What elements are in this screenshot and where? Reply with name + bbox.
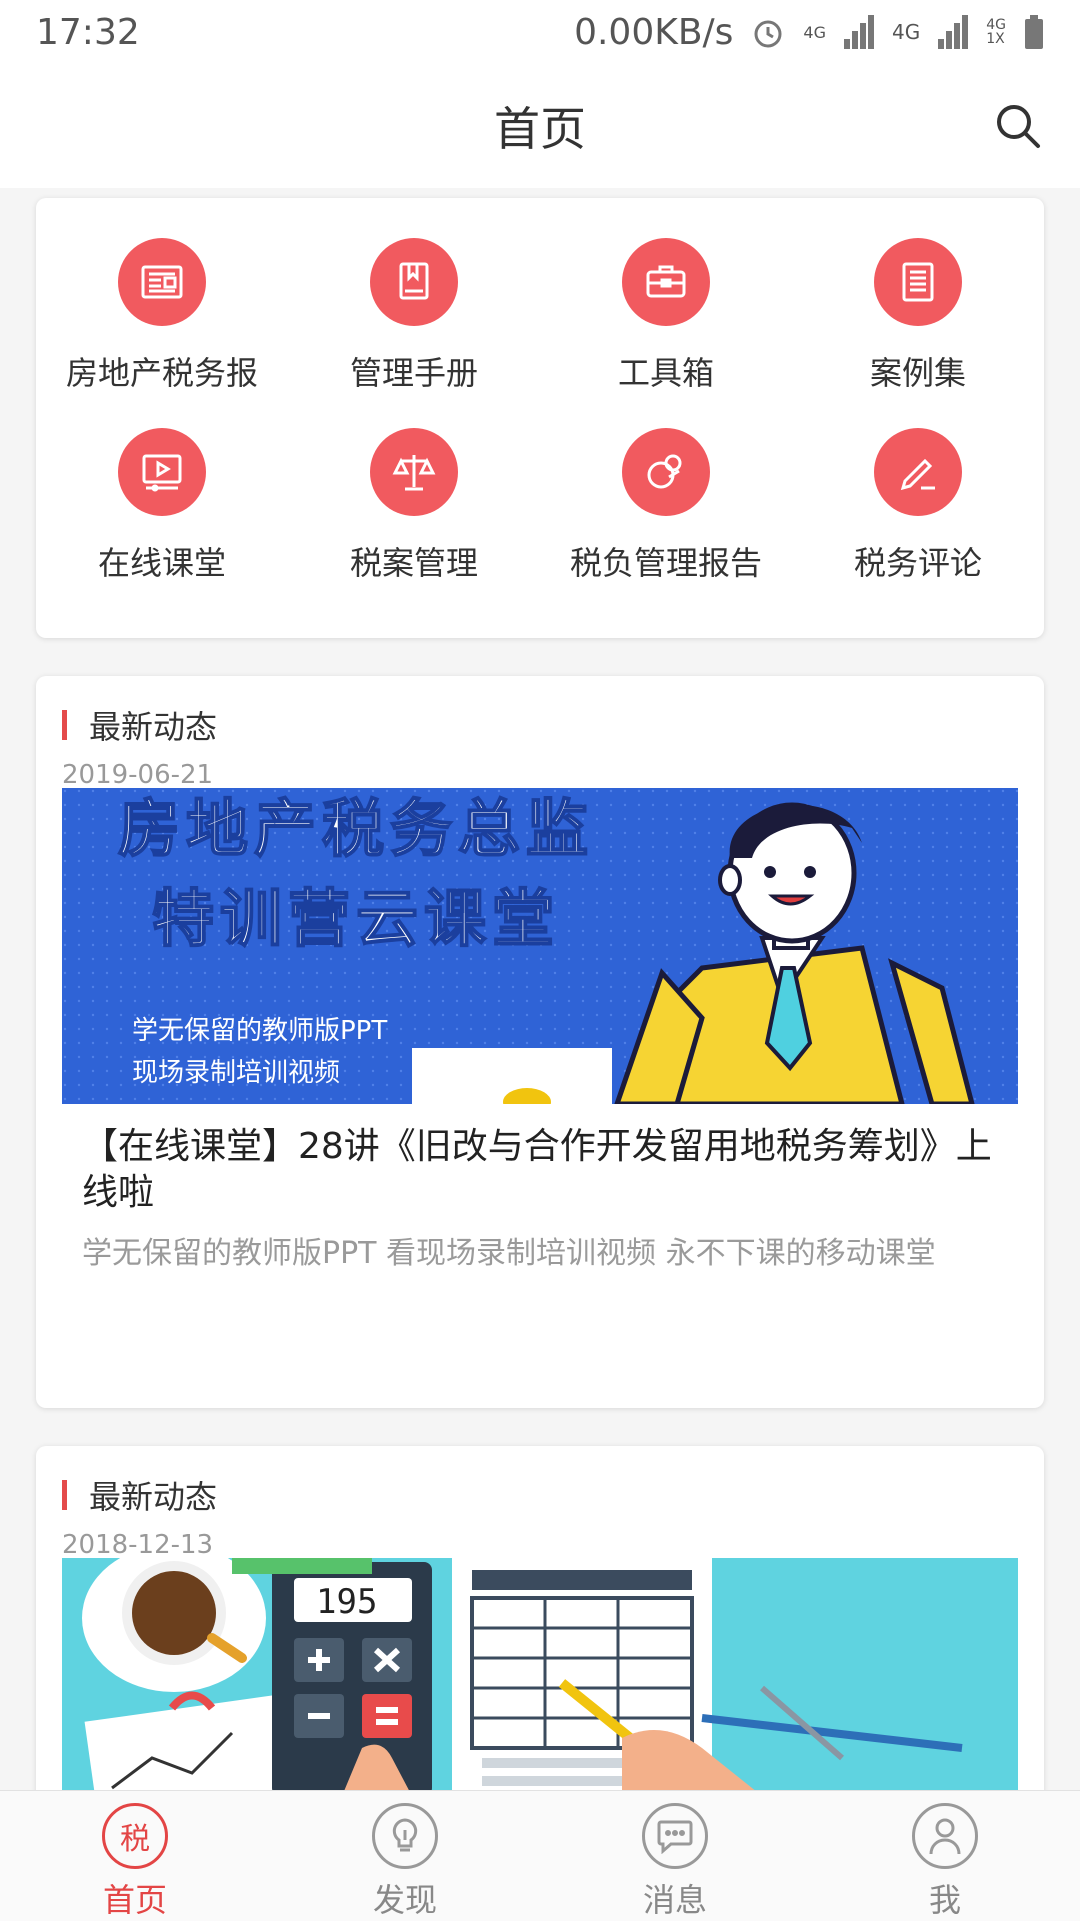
newspaper-icon: [118, 238, 206, 326]
status-bar: 17:32 0.00KB/s 4G 4G 4G 1X: [0, 0, 1080, 64]
grid-item-toolbox[interactable]: 工具箱: [540, 238, 792, 428]
alarm-icon: [754, 20, 782, 48]
grid-item-label: 税务评论: [853, 544, 982, 582]
banner-line-3: 学无保留的教师版PPT: [132, 1016, 388, 1046]
calculator-display: 195: [316, 1582, 378, 1622]
news-banner[interactable]: 195: [62, 1558, 1018, 1796]
section-marker: [62, 710, 67, 740]
news-card[interactable]: 最新动态 2018-12-13 195: [36, 1446, 1044, 1826]
toolbox-icon: [622, 238, 710, 326]
search-icon: [997, 105, 1040, 148]
news-header: 最新动态: [62, 1472, 217, 1518]
pencil-icon: [874, 428, 962, 516]
banner-line-1: 房地产税务总监: [117, 791, 595, 866]
search-button[interactable]: [992, 100, 1044, 152]
grid-item-tax-report[interactable]: 税负管理报告: [540, 428, 792, 618]
grid-item-label: 税案管理: [349, 544, 478, 582]
category-card: 房地产税务报 管理手册 工具箱 案例集 在线课堂 税案管理 税负管理报告 税务评…: [36, 198, 1044, 638]
signal-icon-1: [844, 15, 874, 49]
category-grid: 房地产税务报 管理手册 工具箱 案例集 在线课堂 税案管理 税负管理报告 税务评…: [36, 198, 1044, 618]
tab-label: 我: [928, 1881, 961, 1919]
tab-messages[interactable]: 消息: [540, 1791, 810, 1921]
news-date: 2018-12-13: [62, 1530, 214, 1560]
status-time: 17:32: [36, 11, 140, 53]
battery-icon: [1025, 15, 1043, 49]
tab-home[interactable]: 税 首页: [0, 1791, 270, 1921]
user-icon: [912, 1803, 978, 1869]
section-marker: [62, 1480, 67, 1510]
news-section-title: 最新动态: [89, 708, 218, 746]
signal-icon-2: [938, 15, 969, 49]
report-icon: [622, 428, 710, 516]
tab-label: 首页: [102, 1881, 167, 1919]
document-icon: [874, 238, 962, 326]
status-right: 0.00KB/s 4G 4G 4G 1X: [574, 12, 1044, 53]
grid-item-tax-review[interactable]: 税务评论: [792, 428, 1044, 618]
tax-icon: 税: [102, 1803, 168, 1869]
grid-item-tax-case[interactable]: 税案管理: [288, 428, 540, 618]
network-1x: 1X: [986, 31, 1005, 47]
grid-item-tax-newspaper[interactable]: 房地产税务报: [36, 238, 288, 428]
lightbulb-icon: [372, 1803, 438, 1869]
page-title: 首页: [494, 102, 586, 156]
grid-item-label: 管理手册: [349, 354, 478, 392]
chat-icon: [642, 1803, 708, 1869]
grid-item-label: 在线课堂: [97, 544, 226, 582]
news-banner[interactable]: 房地产税务总监 特训营云课堂 学无保留的教师版PPT 现场录制培训视频: [62, 788, 1018, 1104]
book-icon: [370, 238, 458, 326]
tab-discover[interactable]: 发现: [270, 1791, 540, 1921]
news-header: 最新动态: [62, 702, 217, 748]
news-card[interactable]: 最新动态 2019-06-21 房地产税务总监 特训营云课堂 学无保留的教师版P…: [36, 676, 1044, 1408]
banner-line-4: 现场录制培训视频: [132, 1058, 341, 1088]
network-4g-3: 4G: [986, 17, 1006, 33]
news-date: 2019-06-21: [62, 760, 214, 790]
news-description: 学无保留的教师版PPT 看现场录制培训视频 永不下课的移动课堂: [82, 1236, 936, 1271]
grid-item-label: 工具箱: [617, 354, 714, 392]
grid-item-online-class[interactable]: 在线课堂: [36, 428, 288, 618]
news-section-title: 最新动态: [89, 1478, 218, 1516]
news-title[interactable]: 【在线课堂】28讲《旧改与合作开发留用地税务筹划》上线啦: [82, 1124, 992, 1216]
scale-icon: [370, 428, 458, 516]
tab-label: 发现: [372, 1881, 437, 1919]
grid-item-label: 案例集: [869, 354, 966, 392]
grid-item-label: 税负管理报告: [569, 544, 762, 582]
grid-item-cases[interactable]: 案例集: [792, 238, 1044, 428]
network-4g-1: 4G: [803, 22, 826, 42]
video-icon: [118, 428, 206, 516]
net-speed: 0.00KB/s: [574, 11, 734, 53]
banner-line-2: 特训营云课堂: [151, 881, 561, 956]
network-4g-2: 4G: [892, 20, 921, 44]
grid-item-manual[interactable]: 管理手册: [288, 238, 540, 428]
tab-label: 消息: [642, 1881, 707, 1919]
nav-bar: 首页: [0, 64, 1080, 188]
tab-bar: 税 首页 发现 消息 我: [0, 1790, 1080, 1921]
grid-item-label: 房地产税务报: [65, 354, 258, 392]
tab-me[interactable]: 我: [810, 1791, 1080, 1921]
